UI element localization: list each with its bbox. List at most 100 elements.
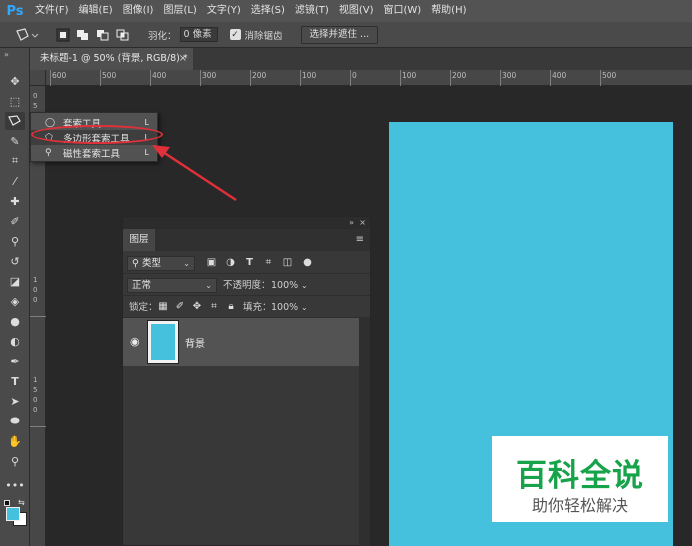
select-and-mask-button[interactable]: 选择并遮住 ...: [300, 25, 379, 44]
ruler-h-label: 300: [202, 71, 217, 80]
menu-view[interactable]: 视图(V): [334, 0, 379, 22]
feather-field[interactable]: 0 像素: [179, 27, 218, 42]
chevron-down-icon[interactable]: ⌄: [301, 300, 308, 315]
foreground-color-swatch[interactable]: [6, 507, 20, 521]
lock-all-icon[interactable]: 🔒︎: [225, 301, 237, 313]
ruler-v-label: 5: [33, 102, 38, 110]
panel-close-icon[interactable]: ×: [359, 217, 366, 229]
ruler-corner: [30, 70, 46, 86]
panel-menu-icon[interactable]: ≡: [356, 229, 364, 251]
layers-scrollbar[interactable]: [359, 318, 370, 546]
close-tab-icon[interactable]: ×: [179, 48, 187, 70]
fill-value[interactable]: 100%: [271, 300, 298, 315]
lock-label: 锁定：: [129, 302, 158, 313]
ruler-v-label: 0: [33, 406, 38, 414]
type-filter-icon[interactable]: T: [243, 256, 256, 269]
subtract-selection-icon[interactable]: [96, 28, 110, 42]
watermark-title: 百科全说: [516, 458, 644, 494]
lock-position-icon[interactable]: ✥: [191, 301, 203, 313]
ruler-h-label: 300: [502, 71, 517, 80]
tool-preset-icon[interactable]: [14, 27, 40, 42]
more-icon[interactable]: •••: [5, 476, 25, 494]
menu-select[interactable]: 选择(S): [246, 0, 290, 22]
blur-icon[interactable]: ●: [5, 312, 25, 330]
quick-select-icon[interactable]: ✎: [5, 132, 25, 150]
menu-layer[interactable]: 图层(L): [158, 0, 201, 22]
chevron-down-icon: ⌄: [183, 259, 190, 268]
reset-colors-icon[interactable]: [4, 500, 10, 506]
ruler-h-label: 200: [452, 71, 467, 80]
eraser-icon[interactable]: ◪: [5, 272, 25, 290]
menu-filter[interactable]: 滤镜(T): [290, 0, 334, 22]
smart-object-filter-icon[interactable]: ◫: [281, 256, 294, 269]
intersect-selection-icon[interactable]: [116, 28, 130, 42]
antialias-checkbox[interactable]: ✓: [229, 29, 241, 40]
path-select-icon[interactable]: ➤: [5, 392, 25, 410]
options-bar: 羽化： 0 像素 ✓ 消除锯齿 选择并遮住 ...: [0, 22, 692, 48]
collapse-icon[interactable]: »: [4, 50, 9, 59]
clone-stamp-icon[interactable]: ⚲: [5, 232, 25, 250]
hand-icon[interactable]: ✋: [5, 432, 25, 450]
new-selection-icon[interactable]: [56, 28, 70, 42]
ellipse-icon[interactable]: ⬬: [5, 412, 25, 430]
polygonal-lasso-icon[interactable]: [5, 112, 25, 130]
swap-colors-icon[interactable]: ⇆: [18, 498, 25, 507]
blend-mode-value: 正常: [132, 280, 152, 291]
adjustment-filter-icon[interactable]: ◑: [224, 256, 237, 269]
blend-mode-select[interactable]: 正常 ⌄: [127, 278, 217, 293]
flyout-item-magnetic-lasso[interactable]: ⚲ 磁性套索工具 L: [31, 145, 157, 160]
photoshop-logo: Ps: [6, 3, 24, 19]
menu-image[interactable]: 图像(I): [118, 0, 159, 22]
layer-row[interactable]: ◉ 背景: [123, 318, 359, 366]
flyout-shortcut: L: [144, 148, 149, 157]
ruler-h-label: 400: [152, 71, 167, 80]
ruler-v-label: 0: [33, 396, 38, 404]
move-icon[interactable]: ✥: [5, 72, 25, 90]
shape-filter-icon[interactable]: ⌗: [262, 256, 275, 269]
horizontal-ruler[interactable]: 600 500 400 300 200 100 0 100 200 300 40…: [46, 70, 692, 86]
lock-row: 锁定： ▦ ✐ ✥ ⌗ 🔒︎ 填充： 100% ⌄: [123, 297, 370, 318]
annotation-ellipse: [31, 125, 163, 144]
search-icon: ⚲: [132, 258, 142, 269]
zoom-icon[interactable]: ⚲: [5, 452, 25, 470]
marquee-icon[interactable]: ⬚: [5, 92, 25, 110]
menu-file[interactable]: 文件(F): [30, 0, 74, 22]
opacity-value[interactable]: 100%: [271, 278, 298, 293]
pixel-filter-icon[interactable]: ▣: [205, 256, 218, 269]
blend-row: 正常 ⌄ 不透明度： 100% ⌄: [123, 275, 370, 296]
filter-toggle-icon[interactable]: ●: [301, 256, 314, 269]
add-selection-icon[interactable]: [76, 28, 90, 42]
lock-pixels-icon[interactable]: ✐: [174, 301, 186, 313]
paint-bucket-icon[interactable]: ◈: [5, 292, 25, 310]
menu-edit[interactable]: 编辑(E): [74, 0, 118, 22]
dodge-icon[interactable]: ◐: [5, 332, 25, 350]
document-tab[interactable]: 未标题-1 @ 50% (背景, RGB/8) * ×: [30, 48, 193, 70]
menu-list: 文件(F) 编辑(E) 图像(I) 图层(L) 文字(Y) 选择(S) 滤镜(T…: [30, 0, 472, 22]
eye-icon[interactable]: ◉: [130, 335, 140, 348]
ruler-v-label: 0: [33, 286, 38, 294]
brush-icon[interactable]: ✐: [5, 212, 25, 230]
lock-transparent-icon[interactable]: ▦: [157, 301, 169, 313]
color-swatches[interactable]: ⇆: [4, 498, 28, 526]
type-icon[interactable]: T: [5, 372, 25, 390]
watermark-subtitle: 助你轻松解决: [531, 496, 628, 515]
panel-collapse-icon[interactable]: »: [349, 217, 354, 229]
tab-layers[interactable]: 图层: [123, 229, 155, 251]
menu-window[interactable]: 窗口(W): [378, 0, 426, 22]
history-brush-icon[interactable]: ↺: [5, 252, 25, 270]
document-tab-title: 未标题-1 @ 50% (背景, RGB/8) *: [40, 53, 188, 64]
ruler-v-label: 1: [33, 276, 38, 284]
pen-icon[interactable]: ✒: [5, 352, 25, 370]
chevron-down-icon[interactable]: ⌄: [301, 278, 308, 293]
eyedropper-icon[interactable]: ⁄: [5, 172, 25, 190]
crop-icon[interactable]: ⌗: [5, 152, 25, 170]
layer-name[interactable]: 背景: [185, 335, 205, 350]
ruler-h-label: 500: [602, 71, 617, 80]
panel-header-strip: » ×: [123, 217, 370, 229]
healing-brush-icon[interactable]: ✚: [5, 192, 25, 210]
menu-type[interactable]: 文字(Y): [202, 0, 246, 22]
lock-artboard-icon[interactable]: ⌗: [208, 301, 220, 313]
watermark-logo: 百科全说 助你轻松解决: [492, 436, 668, 522]
filter-kind-select[interactable]: ⚲ 类型 ⌄: [127, 256, 195, 271]
menu-help[interactable]: 帮助(H): [426, 0, 471, 22]
